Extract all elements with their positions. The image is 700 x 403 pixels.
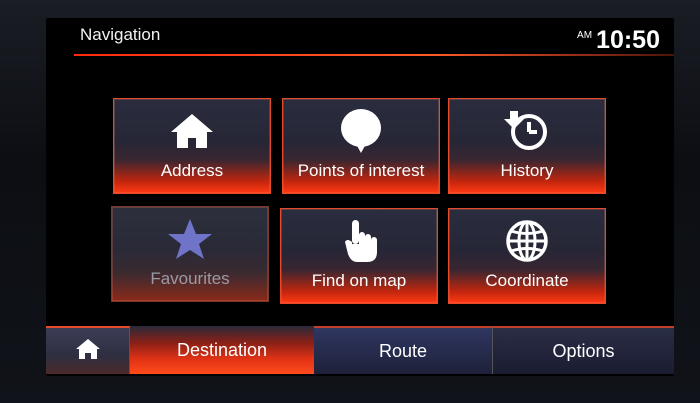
tab-label: Destination: [176, 339, 268, 360]
tab-route[interactable]: Route: [314, 326, 492, 374]
tab-home[interactable]: [46, 326, 130, 374]
tile-label: Favourites: [150, 269, 230, 288]
tab-label: Route: [378, 340, 428, 361]
tile-history[interactable]: History: [448, 98, 606, 194]
home-icon: [114, 109, 270, 153]
globe-icon: [449, 219, 605, 263]
tile-favourites[interactable]: Favourites: [111, 206, 269, 302]
home-icon: [75, 338, 101, 365]
tile-label: Address: [160, 161, 224, 180]
bottom-tab-bar: Destination Route Options: [46, 326, 674, 376]
header-divider: [74, 54, 674, 56]
infotainment-screen: Navigation AM 10:50 Address Points of in…: [46, 18, 674, 376]
page-title: Navigation: [80, 25, 161, 44]
map-pin-bubble-icon: [283, 109, 439, 153]
pointing-hand-icon: [281, 219, 437, 263]
tab-destination[interactable]: Destination: [130, 326, 314, 374]
clock: AM 10:50: [577, 26, 660, 55]
tile-label: Points of interest: [297, 161, 425, 180]
tab-label: Options: [552, 340, 615, 361]
history-clock-icon: [449, 109, 605, 153]
header-bar: Navigation AM 10:50: [46, 18, 674, 56]
tile-label: Find on map: [311, 271, 407, 290]
tile-address[interactable]: Address: [113, 98, 271, 194]
tile-points-of-interest[interactable]: Points of interest: [282, 98, 440, 194]
clock-ampm: AM: [577, 30, 593, 41]
tile-label: History: [500, 161, 554, 180]
tile-find-on-map[interactable]: Find on map: [280, 208, 438, 304]
clock-time: 10:50: [596, 26, 660, 54]
tile-label: Coordinate: [485, 271, 569, 290]
star-icon: [112, 217, 268, 261]
tab-options[interactable]: Options: [492, 326, 674, 374]
tile-coordinate[interactable]: Coordinate: [448, 208, 606, 304]
